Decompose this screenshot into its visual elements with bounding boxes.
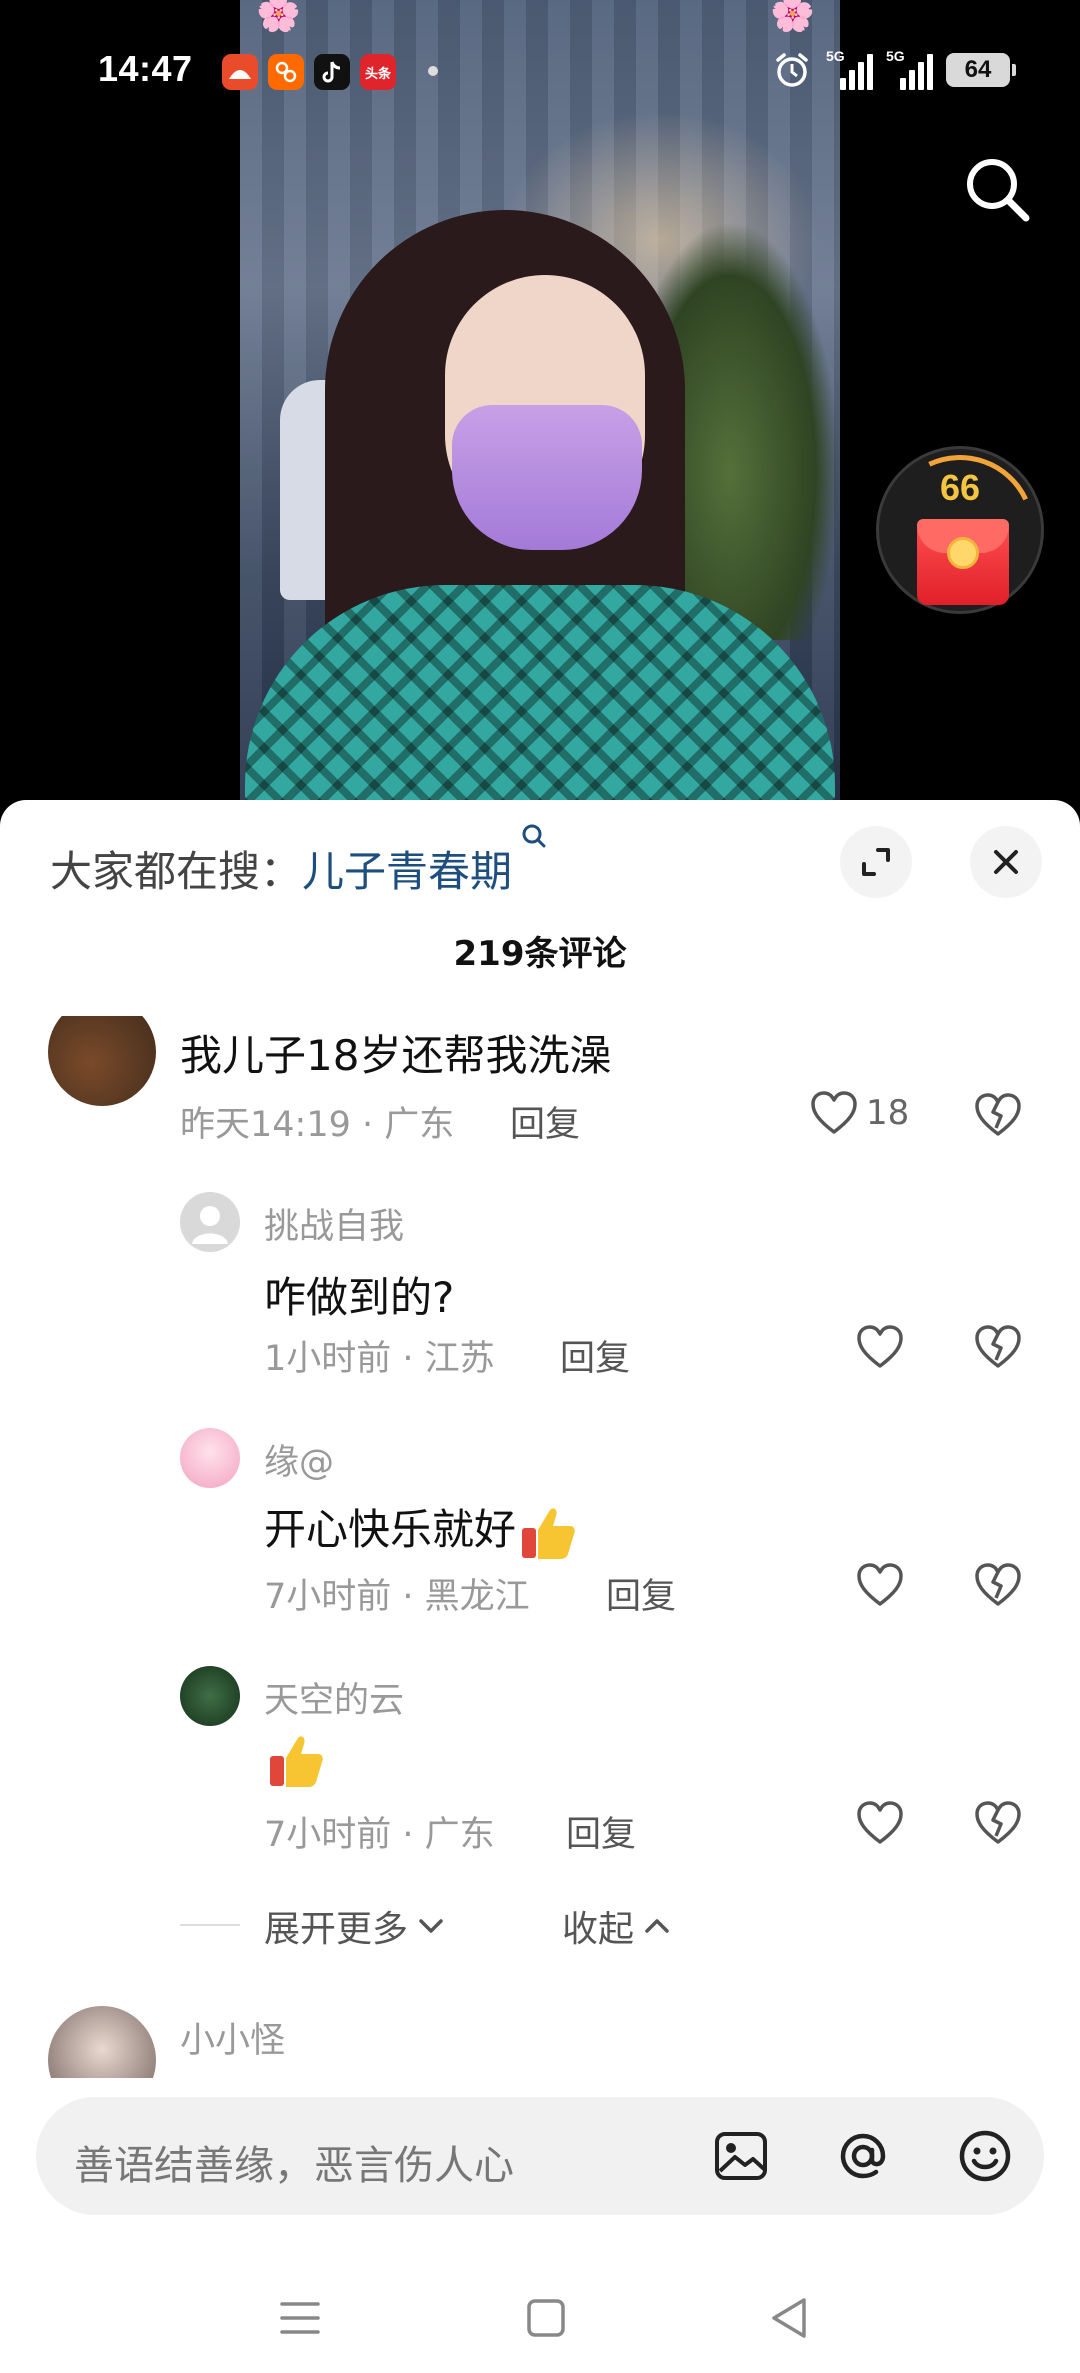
reply-meta: 7小时前 · 黑龙江 bbox=[264, 1577, 530, 1617]
app-root: 🌸 🌸 14:47 头条 5G 5G 64 66 大家都在搜：儿子青春期 219… bbox=[0, 0, 1080, 2373]
home-icon bbox=[527, 2299, 565, 2337]
search-icon bbox=[967, 159, 1030, 222]
back-icon bbox=[772, 2298, 806, 2338]
more-notifications-dot bbox=[428, 66, 438, 76]
notification-app-icons: 头条 bbox=[222, 54, 396, 90]
reply-avatar[interactable] bbox=[180, 1192, 240, 1252]
reply-avatar[interactable] bbox=[180, 1666, 240, 1726]
reply-avatar[interactable] bbox=[180, 1428, 240, 1488]
broken-heart-icon bbox=[975, 1801, 1021, 1844]
heart-icon bbox=[811, 1091, 857, 1134]
dislike-button[interactable] bbox=[974, 1092, 1022, 1142]
search-button[interactable] bbox=[958, 150, 1038, 230]
comment-input[interactable]: 善语结善缘，恶言伤人心 bbox=[74, 2133, 514, 2191]
broken-heart-icon bbox=[975, 1093, 1021, 1136]
chevron-up-icon bbox=[645, 1919, 669, 1933]
reply-text-row bbox=[264, 1730, 326, 1792]
reply-button[interactable]: 回复 bbox=[510, 1096, 580, 1147]
live-video[interactable]: 🌸 🌸 bbox=[240, 0, 840, 820]
menu-icon bbox=[280, 2302, 320, 2334]
reply-username[interactable]: 挑战自我 bbox=[264, 1198, 404, 1249]
search-small-icon bbox=[512, 824, 547, 878]
reply-meta: 7小时前 · 广东 bbox=[264, 1815, 495, 1855]
reply-username[interactable]: 缘@ bbox=[264, 1434, 334, 1485]
dislike-button[interactable] bbox=[974, 1800, 1022, 1850]
comment-count: 219条评论 bbox=[453, 934, 627, 974]
reply-button[interactable]: 回复 bbox=[606, 1568, 676, 1619]
signal-2-label: 5G bbox=[886, 48, 905, 64]
douyin-app-icon bbox=[314, 54, 350, 90]
reply-meta: 1小时前 · 江苏 bbox=[264, 1339, 495, 1379]
taobao-app-icon bbox=[268, 54, 304, 90]
trending-prefix: 大家都在搜： bbox=[50, 847, 303, 896]
red-packet-count: 66 bbox=[939, 467, 981, 508]
back-nav-button[interactable] bbox=[760, 2288, 820, 2348]
red-packet-widget[interactable]: 66 bbox=[863, 433, 1057, 627]
reply-button[interactable]: 回复 bbox=[566, 1806, 636, 1857]
comment-text: 我儿子18岁还帮我洗澡 bbox=[180, 1031, 612, 1080]
like-button[interactable] bbox=[856, 1324, 904, 1370]
trending-term[interactable]: 儿子青春期 bbox=[302, 847, 512, 896]
thumbs-up-icon bbox=[270, 1736, 323, 1787]
alarm-icon bbox=[776, 53, 808, 87]
streamer-shirt bbox=[245, 585, 835, 820]
like-count: 18 bbox=[866, 1093, 910, 1133]
face-mask bbox=[452, 405, 642, 550]
signal-strength-icon: 5G bbox=[826, 48, 873, 92]
heart-icon bbox=[857, 1563, 903, 1606]
status-time: 14:47 bbox=[98, 48, 193, 89]
expand-more-button[interactable]: 展开更多 bbox=[264, 1900, 448, 1952]
signal-strength-icon: 5G bbox=[886, 48, 933, 92]
close-icon bbox=[994, 850, 1018, 874]
red-envelope-icon bbox=[917, 519, 1009, 605]
comment-meta: 昨天14:19 · 广东 bbox=[180, 1105, 455, 1145]
home-nav-button[interactable] bbox=[516, 2288, 576, 2348]
reply-username[interactable]: 天空的云 bbox=[264, 1672, 404, 1723]
close-button[interactable] bbox=[970, 826, 1042, 898]
status-bar: 14:47 头条 5G 5G 64 bbox=[0, 40, 1080, 100]
expand-button[interactable] bbox=[840, 826, 912, 898]
dislike-button[interactable] bbox=[974, 1562, 1022, 1612]
thread-divider bbox=[180, 1924, 240, 1926]
expand-icon bbox=[862, 848, 890, 876]
comment-input-bar[interactable]: 善语结善缘，恶言伤人心 bbox=[36, 2097, 1044, 2215]
reply-button[interactable]: 回复 bbox=[560, 1330, 630, 1381]
thumbs-up-icon bbox=[522, 1507, 575, 1559]
reply-text: 咋做到的? bbox=[264, 1273, 455, 1322]
broken-heart-icon bbox=[975, 1325, 1021, 1368]
menu-nav-button[interactable] bbox=[270, 2288, 330, 2348]
commenter-avatar[interactable] bbox=[48, 1016, 156, 1106]
image-icon bbox=[715, 2132, 767, 2180]
default-avatar-icon bbox=[192, 1206, 228, 1244]
at-icon bbox=[840, 2133, 886, 2179]
broken-heart-icon bbox=[975, 1563, 1021, 1606]
system-nav-bar bbox=[0, 2260, 1080, 2373]
expand-more-label: 展开更多 bbox=[264, 1909, 409, 1950]
emoji-icon bbox=[959, 2130, 1011, 2182]
mention-button[interactable] bbox=[830, 2123, 896, 2189]
heart-icon bbox=[857, 1325, 903, 1368]
reply-text: 开心快乐就好 bbox=[264, 1505, 517, 1554]
battery-indicator: 64 bbox=[946, 53, 1016, 87]
image-button[interactable] bbox=[708, 2123, 774, 2189]
status-right: 5G 5G 64 bbox=[772, 48, 1016, 92]
commenter-username[interactable]: 小小怪 bbox=[180, 2012, 285, 2063]
red-app-icon bbox=[222, 54, 258, 90]
signal-1-label: 5G bbox=[826, 48, 845, 64]
trending-search[interactable]: 大家都在搜：儿子青春期 bbox=[50, 824, 547, 899]
reply-text-row: 开心快乐就好 bbox=[264, 1496, 578, 1564]
heart-icon bbox=[857, 1801, 903, 1844]
chevron-down-icon bbox=[419, 1919, 443, 1933]
collapse-button[interactable]: 收起 bbox=[562, 1900, 674, 1952]
like-button[interactable]: 18 bbox=[810, 1090, 909, 1136]
flower-decoration-icon: 🌸 bbox=[256, 0, 301, 34]
dislike-button[interactable] bbox=[974, 1324, 1022, 1374]
flower-decoration-icon: 🌸 bbox=[770, 0, 815, 34]
emoji-button[interactable] bbox=[952, 2123, 1018, 2189]
toutiao-app-icon: 头条 bbox=[360, 54, 396, 90]
collapse-label: 收起 bbox=[562, 1909, 635, 1950]
like-button[interactable] bbox=[856, 1562, 904, 1608]
like-button[interactable] bbox=[856, 1800, 904, 1846]
